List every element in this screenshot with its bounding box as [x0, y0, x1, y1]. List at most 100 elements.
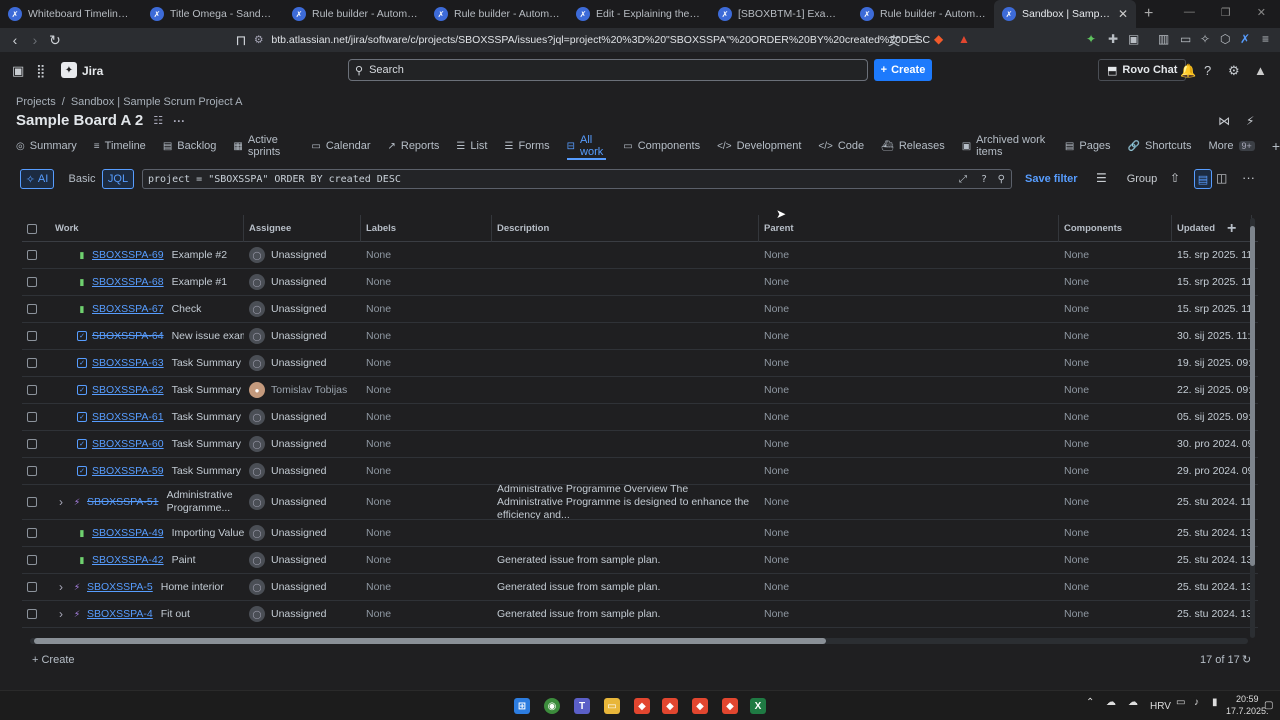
- table-row[interactable]: ▮ SBOXSSPA-69 Example #2 ◯ Unassigned None Non…: [22, 242, 1258, 269]
- components-cell[interactable]: None: [1059, 350, 1172, 376]
- assignee-cell[interactable]: ◯ Unassigned: [244, 350, 361, 376]
- sidebar-collapse-icon[interactable]: ▣: [12, 63, 24, 79]
- more-actions-icon[interactable]: ···: [1242, 170, 1255, 185]
- close-tab-icon[interactable]: ✕: [1118, 7, 1128, 21]
- browser-tab[interactable]: ✗ Rule builder - Automation - Sa: [284, 0, 426, 28]
- tray-chevron-icon[interactable]: ⌃: [1086, 697, 1094, 708]
- close-window-icon[interactable]: ✕: [1257, 6, 1266, 19]
- automation-icon[interactable]: ⚡: [1246, 114, 1254, 128]
- row-checkbox[interactable]: [27, 466, 37, 476]
- save-filter-button[interactable]: Save filter: [1025, 169, 1078, 189]
- detail-view-icon[interactable]: ◫: [1216, 171, 1227, 185]
- parent-cell[interactable]: None: [759, 431, 1059, 457]
- row-checkbox[interactable]: [27, 609, 37, 619]
- vpn-icon[interactable]: ⬡: [1220, 32, 1230, 46]
- tab-reports[interactable]: ↗ Reports: [387, 136, 439, 156]
- issue-key-link[interactable]: SBOXSSPA-63: [92, 357, 164, 369]
- tab-summary[interactable]: ◎ Summary: [16, 136, 77, 156]
- breadcrumb-projects[interactable]: Projects: [16, 96, 56, 108]
- export-icon[interactable]: ⇧: [1170, 171, 1180, 185]
- help-icon[interactable]: ?: [1204, 63, 1211, 78]
- clock-time[interactable]: 20:59: [1236, 694, 1259, 704]
- tab-more[interactable]: More 9+: [1208, 136, 1255, 156]
- group-button[interactable]: Group: [1124, 169, 1160, 189]
- volume-icon[interactable]: ♪: [1194, 697, 1199, 708]
- assignee-cell[interactable]: ◯ Unassigned: [244, 547, 361, 573]
- browser-tab[interactable]: ✗ Title Omega - Sandbox | Playg: [142, 0, 284, 28]
- tab-components[interactable]: ▭ Components: [623, 136, 700, 156]
- components-cell[interactable]: None: [1059, 323, 1172, 349]
- battery-icon[interactable]: ▮: [1212, 697, 1218, 708]
- ai-toggle-button[interactable]: ✧ AI: [20, 169, 54, 189]
- table-row[interactable]: ▮ SBOXSSPA-49 Importing Value 195 ◯ Unassign…: [22, 520, 1258, 547]
- row-checkbox[interactable]: [27, 385, 37, 395]
- brave-icon[interactable]: ◆: [634, 698, 650, 714]
- issue-summary[interactable]: Task Summary: [172, 357, 241, 369]
- bookmark-icon[interactable]: ⊓: [230, 32, 252, 49]
- description-cell[interactable]: [492, 242, 751, 268]
- issue-summary[interactable]: Task Summary: [172, 411, 241, 423]
- parent-cell[interactable]: None: [759, 269, 1059, 295]
- table-row[interactable]: ✓ SBOXSSPA-62 Task Summary ● Tomislav Tobija…: [22, 377, 1258, 404]
- language-indicator[interactable]: HRV: [1150, 701, 1171, 712]
- create-button[interactable]: + Create: [874, 59, 932, 81]
- parent-cell[interactable]: None: [759, 574, 1059, 600]
- column-header-assignee[interactable]: Assignee: [244, 215, 361, 242]
- row-checkbox[interactable]: [27, 497, 37, 507]
- parent-cell[interactable]: None: [759, 485, 1059, 519]
- browser-menu-icon[interactable]: ≡: [1262, 32, 1269, 46]
- description-cell[interactable]: [492, 350, 751, 376]
- assignee-cell[interactable]: ◯ Unassigned: [244, 269, 361, 295]
- table-row[interactable]: ✓ SBOXSSPA-63 Task Summary ◯ Unassigned None N…: [22, 350, 1258, 377]
- extension-icon[interactable]: ✦: [1086, 32, 1096, 46]
- back-icon[interactable]: ‹: [4, 32, 26, 48]
- assignee-cell[interactable]: ◯ Unassigned: [244, 520, 361, 546]
- list-view-icon[interactable]: ▤: [1194, 169, 1212, 189]
- issue-summary[interactable]: Task Summary: [172, 465, 241, 477]
- components-cell[interactable]: None: [1059, 601, 1172, 627]
- issue-key-link[interactable]: SBOXSSPA-60: [92, 438, 164, 450]
- browser-tab[interactable]: ✗ Sandbox | Sample Scrum P ✕: [994, 0, 1136, 28]
- tab-code[interactable]: </> Code: [818, 136, 864, 156]
- expand-chevron-icon[interactable]: ›: [59, 607, 63, 621]
- labels-cell[interactable]: None: [361, 350, 492, 376]
- labels-cell[interactable]: None: [361, 547, 492, 573]
- network-icon[interactable]: ▭: [1176, 697, 1185, 708]
- issue-summary[interactable]: Home interior: [161, 581, 224, 593]
- onedrive-icon[interactable]: ☁: [1128, 697, 1138, 708]
- wallet-icon[interactable]: ▭: [1180, 32, 1191, 46]
- footer-create-button[interactable]: + Create: [32, 654, 75, 666]
- row-checkbox[interactable]: [27, 250, 37, 260]
- description-cell[interactable]: Generated issue from sample plan.: [492, 574, 751, 600]
- assignee-cell[interactable]: ◯ Unassigned: [244, 404, 361, 430]
- row-checkbox[interactable]: [27, 412, 37, 422]
- jql-help-icon[interactable]: ?: [981, 174, 987, 185]
- labels-cell[interactable]: None: [361, 377, 492, 403]
- tab-list[interactable]: ☰ List: [456, 136, 487, 156]
- screenshot-icon[interactable]: ▣: [1128, 32, 1139, 46]
- description-cell[interactable]: Generated issue from sample plan.: [492, 601, 751, 627]
- column-header-labels[interactable]: Labels: [361, 215, 492, 242]
- share-icon[interactable]: ⇪: [912, 32, 922, 46]
- issue-summary[interactable]: Task Summary: [172, 438, 241, 450]
- assignee-cell[interactable]: ◯ Unassigned: [244, 458, 361, 484]
- minimize-icon[interactable]: —: [1184, 6, 1195, 19]
- search-input[interactable]: ⚲ Search: [348, 59, 868, 81]
- issue-key-link[interactable]: SBOXSSPA-49: [92, 527, 164, 539]
- table-row[interactable]: ▮ SBOXSSPA-42 Paint ◯ Unassigned None Generate…: [22, 547, 1258, 574]
- team-icon[interactable]: ☷: [153, 114, 163, 127]
- components-cell[interactable]: None: [1059, 431, 1172, 457]
- components-cell[interactable]: None: [1059, 377, 1172, 403]
- rovo-chat-button[interactable]: ⬒ Rovo Chat: [1098, 59, 1187, 81]
- issue-summary[interactable]: Paint: [172, 554, 196, 566]
- jql-query-input[interactable]: project = "SBOXSSPA" ORDER BY created DE…: [142, 169, 1012, 189]
- notification-center-icon[interactable]: ▢: [1264, 700, 1273, 711]
- maximize-icon[interactable]: ❐: [1221, 6, 1231, 19]
- clock-date[interactable]: 17.7.2025.: [1226, 706, 1269, 716]
- components-cell[interactable]: None: [1059, 485, 1172, 519]
- labels-cell[interactable]: None: [361, 431, 492, 457]
- issue-key-link[interactable]: SBOXSSPA-59: [92, 465, 164, 477]
- tab-backlog[interactable]: ▤ Backlog: [163, 136, 217, 156]
- vertical-scroll-thumb[interactable]: [1250, 226, 1255, 566]
- parent-cell[interactable]: None: [759, 404, 1059, 430]
